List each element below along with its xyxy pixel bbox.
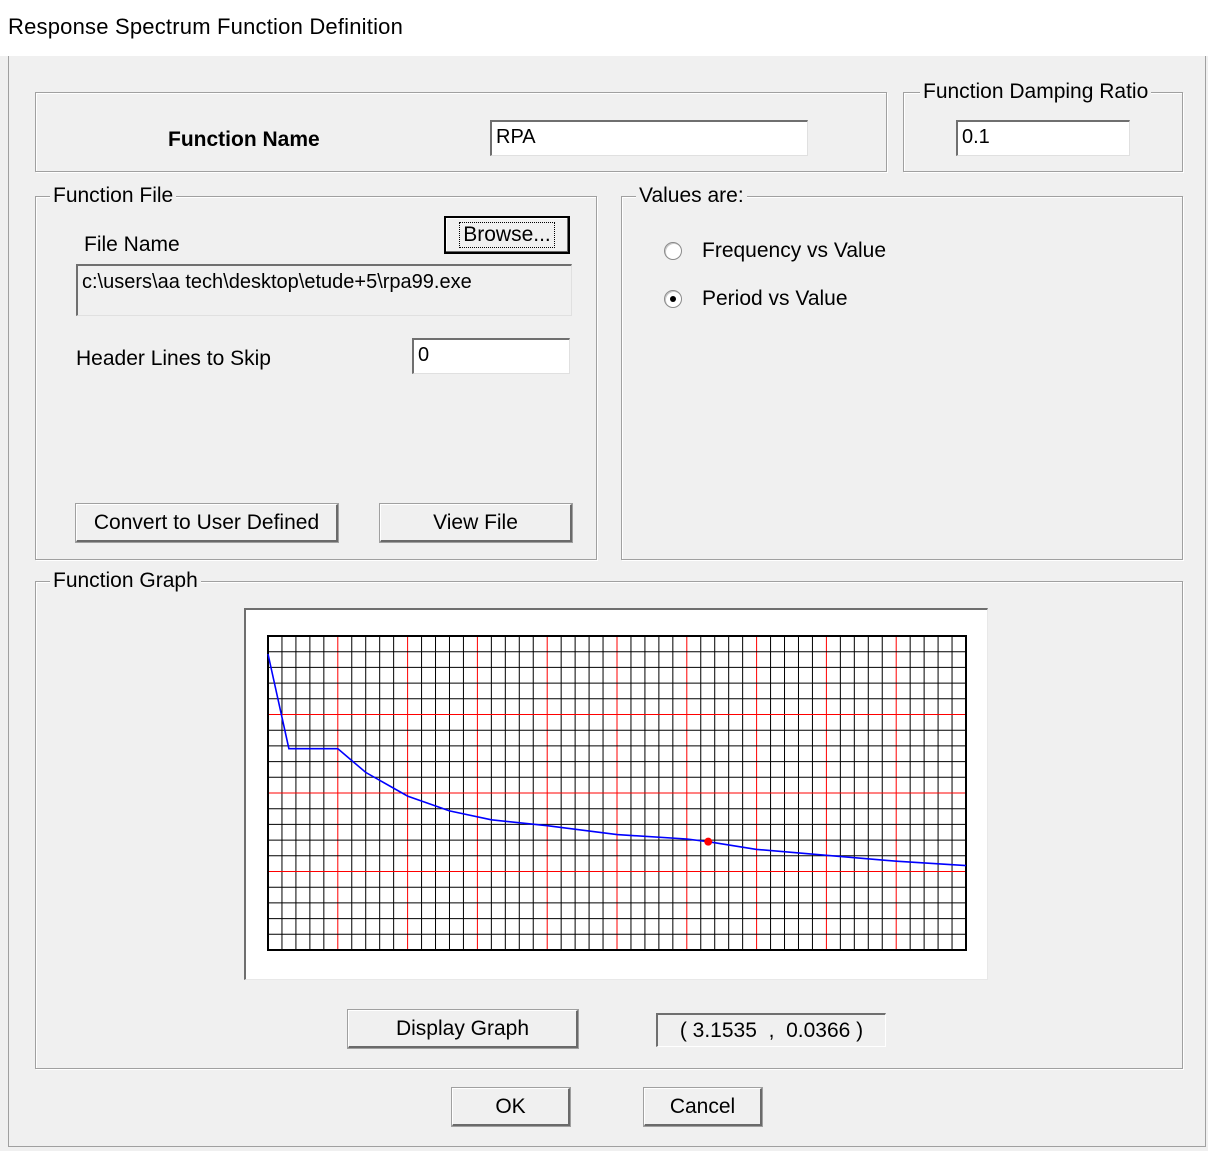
graph-frame [244, 608, 988, 980]
view-file-button[interactable]: View File [379, 503, 573, 543]
convert-to-user-defined-button[interactable]: Convert to User Defined [75, 503, 339, 543]
browse-button[interactable]: Browse... [444, 216, 570, 254]
display-graph-button[interactable]: Display Graph [347, 1009, 579, 1049]
function-name-input[interactable]: RPA [490, 120, 808, 156]
ok-button[interactable]: OK [451, 1087, 571, 1127]
frequency-radio-label[interactable]: Frequency vs Value [702, 239, 886, 263]
damping-legend: Function Damping Ratio [920, 79, 1152, 105]
browse-label: Browse... [459, 222, 555, 248]
current-point-marker [704, 837, 713, 846]
frequency-radio[interactable] [664, 242, 682, 260]
period-radio[interactable] [664, 290, 682, 308]
window-title: Response Spectrum Function Definition [8, 14, 404, 39]
values-are-legend: Values are: [636, 183, 747, 209]
function-graph-chart[interactable] [246, 610, 987, 979]
function-name-label: Function Name [168, 128, 320, 151]
header-lines-label: Header Lines to Skip [76, 347, 271, 370]
function-file-legend: Function File [50, 183, 177, 209]
damping-ratio-input[interactable]: 0.1 [956, 120, 1130, 156]
function-graph-legend: Function Graph [50, 568, 201, 594]
title-bar: Response Spectrum Function Definition [0, 0, 1208, 56]
file-path-field: c:\users\aa tech\desktop\etude+5\rpa99.e… [76, 264, 572, 316]
radio-selected-dot [670, 296, 676, 302]
period-radio-label[interactable]: Period vs Value [702, 287, 848, 311]
header-lines-input[interactable]: 0 [412, 338, 570, 374]
coordinate-readout: ( 3.1535 , 0.0366 ) [656, 1013, 886, 1047]
cancel-button[interactable]: Cancel [643, 1087, 763, 1127]
file-name-label: File Name [84, 233, 180, 256]
